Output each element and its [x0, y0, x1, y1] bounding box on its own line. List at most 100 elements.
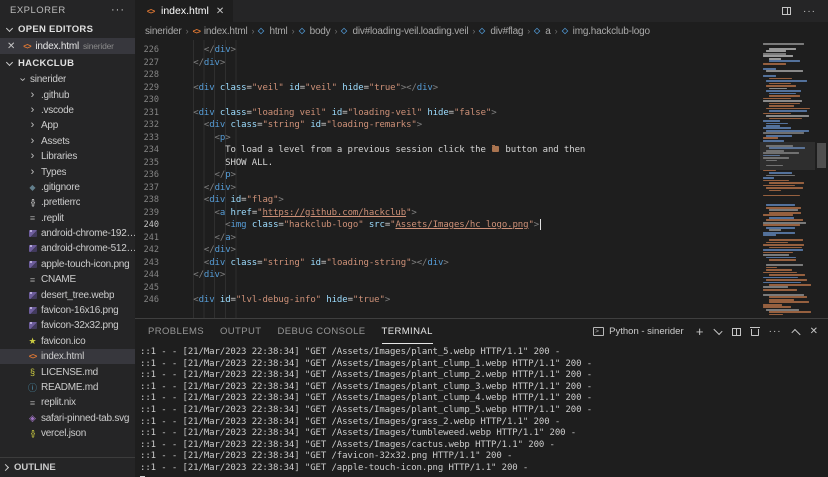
code-line-244[interactable]: 244 </div> [141, 269, 760, 282]
line-number: 237 [141, 182, 159, 195]
tree-item-favicon-ico[interactable]: favicon.ico [0, 334, 135, 349]
breadcrumb-item-img-hackclub-logo[interactable]: img.hackclub-logo [562, 26, 650, 37]
breadcrumb-item-html[interactable]: html [258, 26, 287, 37]
code-line-229[interactable]: 229 <div class="veil" id="veil" hide="tr… [141, 82, 760, 95]
symbol-icon [561, 28, 568, 35]
code-line-243[interactable]: 243 <div class="string" id="loading-stri… [141, 257, 760, 270]
breadcrumb-item-div-flag[interactable]: div#flag [479, 26, 523, 37]
code-token: To load a level from a previous session … [172, 145, 491, 155]
code-line-239[interactable]: 239 <a href="https://github.com/hackclub… [141, 207, 760, 220]
html-icon [26, 350, 39, 363]
tree-item-index-html[interactable]: index.html [0, 349, 135, 364]
open-editors-section-header[interactable]: OPEN EDITORS [0, 20, 135, 38]
bottom-panel: PROBLEMS OUTPUT DEBUG CONSOLE TERMINAL Pyth… [135, 318, 828, 477]
close-icon[interactable]: ✕ [7, 41, 15, 52]
code-line-227[interactable]: 227 </div> [141, 57, 760, 70]
code-line-234[interactable]: 234 To load a level from a previous sess… [141, 144, 760, 157]
tree-item-types[interactable]: Types [0, 164, 135, 179]
symbol-icon [479, 28, 486, 35]
tree-item-android-chrome-512-[interactable]: android-chrome-512… [0, 241, 135, 256]
code-line-237[interactable]: 237 </div> [141, 182, 760, 195]
minimap-line [763, 306, 791, 308]
text-icon [26, 212, 39, 225]
code-line-242[interactable]: 242 </div> [141, 244, 760, 257]
tree-item-label: README.md [41, 382, 98, 393]
maximize-panel-icon[interactable] [791, 328, 800, 337]
tree-item-libraries[interactable]: Libraries [0, 149, 135, 164]
minimap-line [769, 212, 801, 214]
terminal-output[interactable]: ::1 - - [21/Mar/2023 22:38:34] "GET /Ass… [135, 344, 828, 477]
tree-item--gitignore[interactable]: .gitignore [0, 180, 135, 195]
tree-item-favicon-16x16-png[interactable]: favicon-16x16.png [0, 303, 135, 318]
code-token: id [289, 83, 300, 93]
tree-item-sinerider[interactable]: sinerider [0, 72, 135, 87]
breadcrumb-item-a[interactable]: a [534, 26, 550, 37]
code-line-238[interactable]: 238 <div id="flag"> [141, 194, 760, 207]
tree-item-replit-nix[interactable]: replit.nix [0, 395, 135, 410]
breadcrumb-item-div-loading-veil-loading-veil[interactable]: div#loading-veil.loading.veil [341, 26, 468, 37]
scrollbar-thumb[interactable] [817, 143, 826, 168]
kill-terminal-icon[interactable] [751, 329, 759, 336]
tree-item-app[interactable]: App [0, 118, 135, 133]
tree-item-favicon-32x32-png[interactable]: favicon-32x32.png [0, 318, 135, 333]
minimap-slider[interactable] [760, 142, 815, 170]
terminal-shell-selector[interactable]: Python - sinerider [593, 326, 683, 337]
open-editor-item[interactable]: ✕ index.html sinerider [0, 38, 135, 54]
minimap[interactable] [760, 40, 815, 318]
code-line-228[interactable]: 228 [141, 69, 760, 82]
tree-item-assets[interactable]: Assets [0, 134, 135, 149]
terminal-dropdown-icon[interactable] [713, 325, 722, 334]
more-actions-icon[interactable] [803, 6, 816, 17]
code-line-226[interactable]: 226 </div> [141, 44, 760, 57]
tab-close-icon[interactable]: ✕ [216, 6, 224, 17]
tree-item--replit[interactable]: .replit [0, 211, 135, 226]
outline-section-header[interactable]: OUTLINE [0, 457, 135, 477]
code-line-233[interactable]: 233 <p> [141, 132, 760, 145]
tree-item-label: index.html [41, 351, 84, 362]
code-line-230[interactable]: 230 [141, 94, 760, 107]
breadcrumb-item-sinerider[interactable]: sinerider [145, 26, 182, 37]
tree-item-android-chrome-192-[interactable]: android-chrome-192… [0, 226, 135, 241]
code-line-232[interactable]: 232 <div class="string" id="loading-rema… [141, 119, 760, 132]
panel-tabs: PROBLEMS OUTPUT DEBUG CONSOLE TERMINAL [148, 319, 449, 344]
tree-item--github[interactable]: .github [0, 87, 135, 102]
tree-item--prettierrc[interactable]: .prettierrc [0, 195, 135, 210]
tree-item-apple-touch-icon-png[interactable]: apple-touch-icon.png [0, 257, 135, 272]
code-line-245[interactable]: 245 [141, 282, 760, 295]
panel-tab-debug-console[interactable]: DEBUG CONSOLE [277, 319, 365, 344]
tree-item--vscode[interactable]: .vscode [0, 103, 135, 118]
minimap-line [766, 50, 786, 52]
panel-tab-output[interactable]: OUTPUT [220, 319, 261, 344]
code-editor[interactable]: 226 </div>227 </div>228229 <div class="v… [135, 40, 828, 318]
tree-item-cname[interactable]: CNAME [0, 272, 135, 287]
tree-item-desert-tree-webp[interactable]: desert_tree.webp [0, 287, 135, 302]
project-section-header[interactable]: HACKCLUB [0, 54, 135, 72]
panel-tab-terminal[interactable]: TERMINAL [382, 319, 433, 344]
minimap-line [763, 132, 804, 134]
tree-item-safari-pinned-tab-svg[interactable]: safari-pinned-tab.svg [0, 411, 135, 426]
code-line-246[interactable]: 246 <div id="lvl-debug-info" hide="true"… [141, 294, 760, 307]
chevron-down-icon [15, 73, 28, 86]
close-panel-icon[interactable] [810, 325, 818, 339]
code-line-231[interactable]: 231 <div class="loading veil" id="loadin… [141, 107, 760, 120]
panel-tab-problems[interactable]: PROBLEMS [148, 319, 204, 344]
tab-index-html[interactable]: index.html ✕ [135, 0, 233, 22]
code-line-240[interactable]: 240 <img class="hackclub-logo" src="Asse… [141, 219, 760, 232]
breadcrumb-item-index-html[interactable]: <>index.html [193, 26, 248, 37]
editor-scrollbar[interactable] [815, 40, 828, 318]
code-token: > [231, 170, 236, 180]
code-content[interactable]: 226 </div>227 </div>228229 <div class="v… [135, 40, 760, 318]
more-actions-icon[interactable] [769, 325, 782, 339]
breadcrumb-item-body[interactable]: body [299, 26, 331, 37]
split-terminal-icon[interactable] [732, 328, 741, 336]
explorer-more-actions-icon[interactable]: ··· [111, 4, 125, 16]
minimap-line [766, 125, 780, 127]
split-editor-icon[interactable] [782, 7, 791, 15]
code-line-235[interactable]: 235 SHOW ALL. [141, 157, 760, 170]
tree-item-vercel-json[interactable]: vercel.json [0, 426, 135, 441]
tree-item-license-md[interactable]: LICENSE.md [0, 364, 135, 379]
code-line-241[interactable]: 241 </a> [141, 232, 760, 245]
new-terminal-icon[interactable] [696, 325, 704, 339]
code-line-236[interactable]: 236 </p> [141, 169, 760, 182]
tree-item-readme-md[interactable]: README.md [0, 380, 135, 395]
